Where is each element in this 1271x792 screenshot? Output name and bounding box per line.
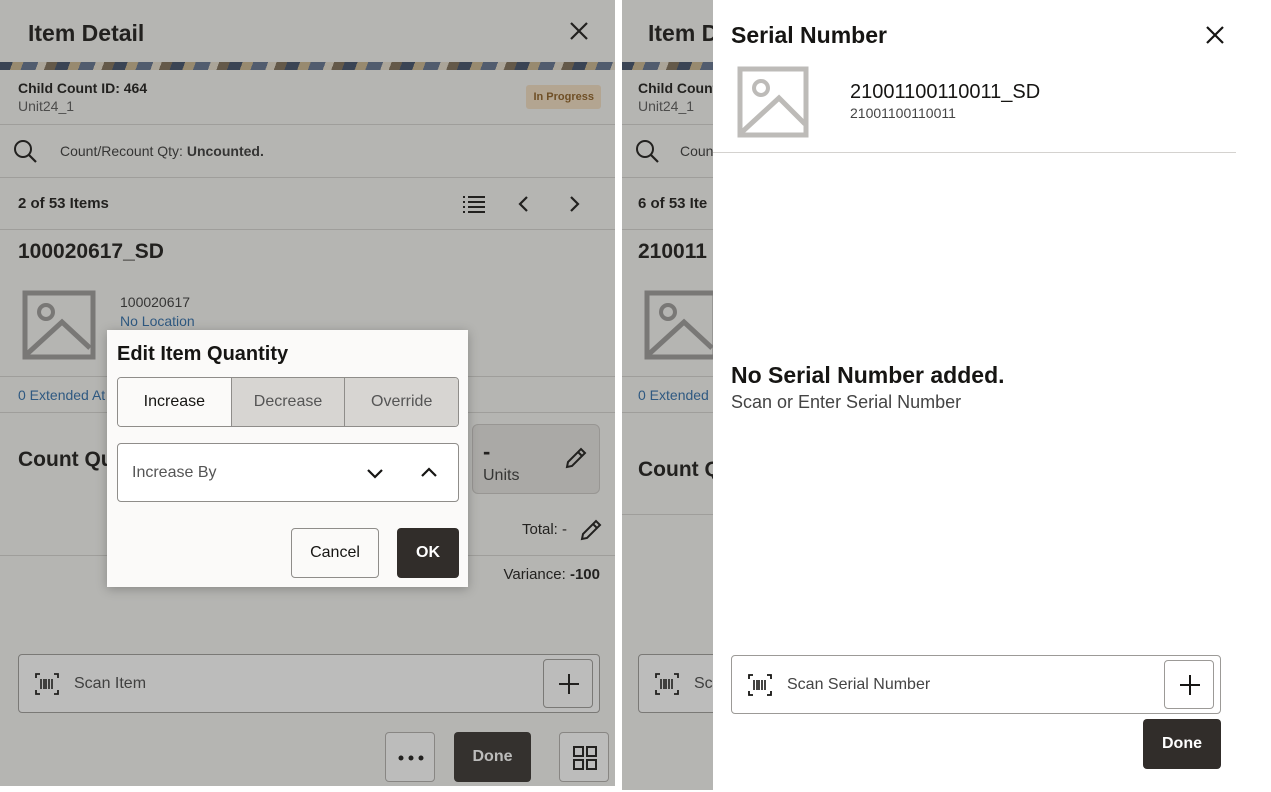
edit-item-quantity-dialog: Edit Item Quantity Increase Decrease Ove… <box>107 330 468 587</box>
ok-button[interactable]: OK <box>397 528 459 578</box>
barcode-icon <box>748 674 772 696</box>
divider <box>713 152 1236 153</box>
empty-state-title: No Serial Number added. <box>731 362 1005 388</box>
plus-icon <box>1180 675 1200 695</box>
done-button[interactable]: Done <box>1143 719 1221 769</box>
tab-override[interactable]: Override <box>344 378 458 426</box>
dialog-title: Edit Item Quantity <box>117 343 289 365</box>
increase-by-input[interactable]: Increase By <box>117 443 459 502</box>
empty-state-subtitle: Scan or Enter Serial Number <box>731 392 962 412</box>
scan-serial-number-field[interactable]: Scan Serial Number <box>731 655 1221 714</box>
chevron-down-icon[interactable] <box>363 461 387 485</box>
add-serial-number-button[interactable] <box>1164 660 1214 709</box>
item-detail-panel: Item Detail Child Count ID: 464 Unit24_1… <box>0 0 615 786</box>
close-icon[interactable] <box>1204 24 1226 46</box>
serial-item-name: 21001100110011_SD <box>850 81 1041 103</box>
chevron-up-icon[interactable] <box>417 461 441 485</box>
serial-item-sku: 21001100110011 <box>850 105 956 121</box>
item-detail-panel-background: Item D Child Count Unit24_1 Coun 6 of 53… <box>622 0 1236 790</box>
serial-number-drawer: Serial Number 21001100110011_SD 21001100… <box>713 0 1236 790</box>
drawer-title: Serial Number <box>731 22 887 48</box>
image-placeholder-icon <box>737 66 809 138</box>
adjustment-type-segmented-control: Increase Decrease Override <box>117 377 459 427</box>
tab-increase[interactable]: Increase <box>118 378 231 426</box>
increase-by-label: Increase By <box>132 464 217 481</box>
cancel-button[interactable]: Cancel <box>291 528 379 578</box>
scan-serial-number-placeholder: Scan Serial Number <box>787 676 931 693</box>
tab-decrease[interactable]: Decrease <box>230 378 345 426</box>
